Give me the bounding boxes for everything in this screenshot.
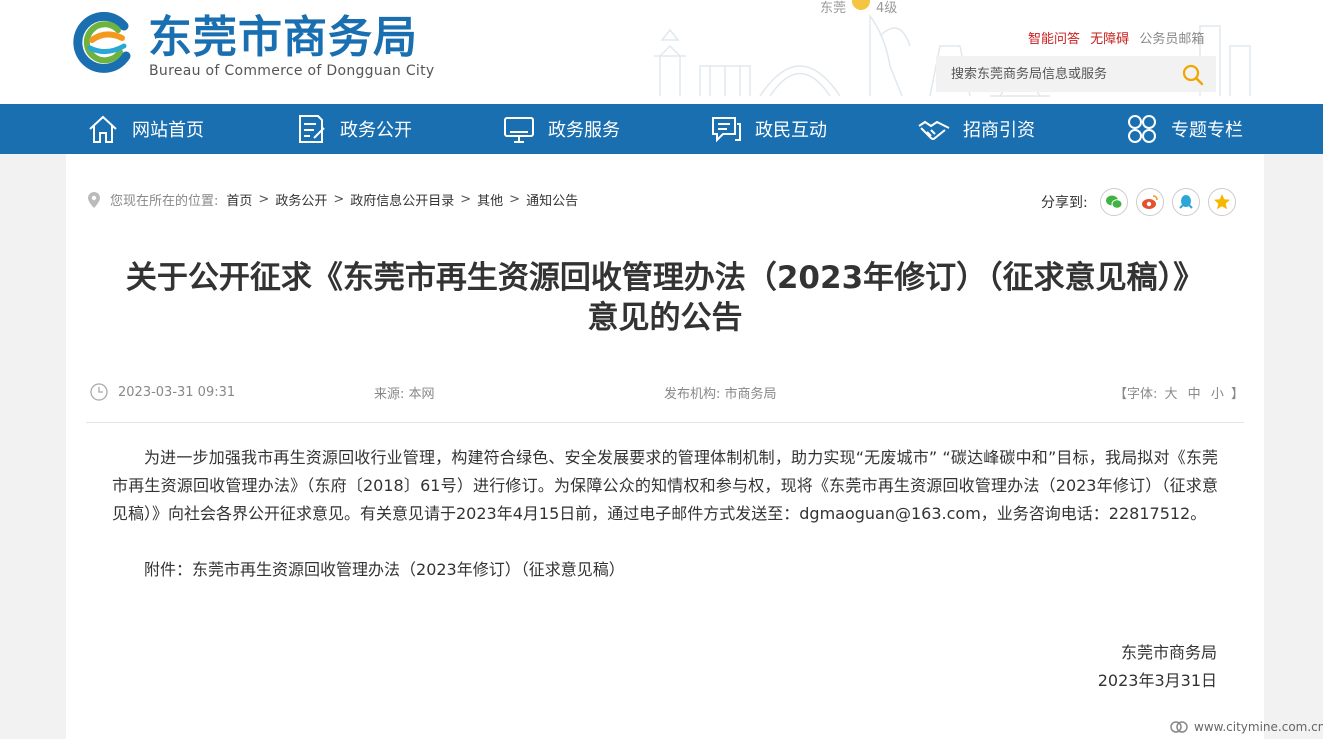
civil-servant-mail-link[interactable]: 公务员邮箱 [1139, 32, 1204, 47]
accessibility-link[interactable]: 无障碍 [1090, 32, 1129, 47]
org-label: 发布机构: [664, 387, 721, 402]
weibo-icon [1141, 195, 1158, 209]
favorite-button[interactable] [1207, 188, 1236, 216]
nav-interaction[interactable]: 政民互动 [709, 104, 827, 154]
chat-icon [712, 117, 741, 143]
share-qq-button[interactable] [1171, 188, 1200, 216]
smart-qa-link[interactable]: 智能问答 [1028, 32, 1080, 47]
search-icon[interactable] [1181, 63, 1205, 87]
meta-divider [86, 422, 1244, 423]
source-value: 本网 [408, 387, 435, 402]
monitor-icon [504, 117, 534, 143]
breadcrumb-separator: > [509, 192, 521, 207]
weather-widget: 东莞 4级 [820, 0, 897, 18]
font-size-label: 【字体: [1113, 387, 1158, 402]
sun-icon [852, 0, 871, 10]
share-wechat-button[interactable] [1099, 188, 1128, 216]
nav-gov-services-label: 政务服务 [548, 120, 620, 141]
search-input[interactable] [937, 57, 1177, 91]
article-body: 为进一步加强我市再生资源回收行业管理，构建符合绿色、安全发展要求的管理体制机制，… [112, 448, 1218, 523]
breadcrumb-gov-affairs[interactable]: 政务公开 [275, 190, 327, 209]
citymine-logo-icon [1170, 721, 1188, 733]
article-title-line1: 关于公开征求《东莞市再生资源回收管理办法（2023年修订）（征求意见稿）》 [125, 260, 1205, 296]
font-size-large[interactable]: 大 [1165, 387, 1178, 402]
font-size-small[interactable]: 小 [1211, 387, 1224, 402]
nav-special-topics-label: 专题专栏 [1171, 120, 1243, 141]
signature-org: 东莞市商务局 [1120, 643, 1217, 662]
location-pin-icon [88, 191, 100, 208]
nav-gov-affairs-label: 政务公开 [340, 120, 412, 141]
attachment: 附件：东莞市再生资源回收管理办法（2023年修订）（征求意见稿） [144, 556, 625, 584]
article-title-line2: 意见的公告 [587, 300, 743, 336]
article-meta: 2023-03-31 09:31 来源: 本网 发布机构: 市商务局 【字体: … [90, 380, 1244, 404]
site-title[interactable]: 东莞市商务局 [148, 12, 418, 64]
attachment-label: 附件： [144, 560, 193, 579]
top-links: 智能问答 无障碍 公务员邮箱 [1028, 31, 1210, 49]
article-container: 您现在所在的位置: 首页 > 政务公开 > 政府信息公开目录 > 其他 > 通知… [66, 154, 1264, 739]
publish-date: 2023-03-31 09:31 [90, 383, 235, 401]
org-value: 市商务局 [724, 387, 777, 402]
font-size-medium[interactable]: 中 [1188, 387, 1201, 402]
share-bar: 分享到: [1041, 188, 1244, 216]
nav-interaction-label: 政民互动 [755, 120, 827, 141]
site-header: 东莞市商务局 Bureau of Commerce of Dongguan Ci… [0, 0, 1323, 104]
breadcrumb-separator: > [258, 192, 270, 207]
wechat-icon [1105, 195, 1123, 209]
breadcrumb: 您现在所在的位置: 首页 > 政务公开 > 政府信息公开目录 > 其他 > 通知… [88, 190, 578, 209]
breadcrumb-other[interactable]: 其他 [477, 190, 503, 209]
weather-wind: 4级 [876, 1, 898, 16]
document-icon [299, 115, 325, 143]
breadcrumb-home[interactable]: 首页 [226, 190, 252, 209]
nav-investment-label: 招商引资 [963, 120, 1035, 141]
article-title: 关于公开征求《东莞市再生资源回收管理办法（2023年修订）（征求意见稿）》 意见… [86, 258, 1244, 338]
watermark: www.citymine.com.cn [1170, 720, 1323, 734]
grid-icon [1128, 115, 1156, 143]
font-size-close: 】 [1230, 387, 1244, 402]
nav-home[interactable]: 网站首页 [86, 104, 204, 154]
main-nav: 网站首页 政务公开 政务服务 政民互动 招商引资 专题专栏 [0, 104, 1323, 154]
search-box [936, 56, 1216, 92]
home-icon [89, 115, 117, 143]
font-size-switcher: 【字体: 大 中 小 】 [1114, 383, 1244, 402]
signature-date: 2023年3月31日 [1097, 671, 1217, 690]
nav-home-label: 网站首页 [132, 120, 204, 141]
bureau-logo-icon[interactable] [72, 12, 134, 74]
share-weibo-button[interactable] [1135, 188, 1164, 216]
nav-gov-affairs[interactable]: 政务公开 [294, 104, 412, 154]
publishing-org: 发布机构: 市商务局 [664, 383, 777, 402]
site-subtitle: Bureau of Commerce of Dongguan City [149, 63, 435, 79]
attachment-link[interactable]: 东莞市再生资源回收管理办法（2023年修订）（征求意见稿） [192, 560, 625, 579]
breadcrumb-separator: > [460, 192, 472, 207]
article-source: 来源: 本网 [374, 383, 435, 402]
watermark-text: www.citymine.com.cn [1194, 720, 1323, 734]
breadcrumb-info-catalog[interactable]: 政府信息公开目录 [350, 190, 454, 209]
qq-icon [1179, 195, 1193, 209]
nav-gov-services[interactable]: 政务服务 [502, 104, 620, 154]
breadcrumb-separator: > [333, 192, 345, 207]
star-icon [1213, 194, 1230, 210]
breadcrumb-notices[interactable]: 通知公告 [526, 190, 578, 209]
nav-special-topics[interactable]: 专题专栏 [1125, 104, 1243, 154]
signature: 东莞市商务局 2023年3月31日 [1098, 639, 1217, 695]
breadcrumb-label: 您现在所在的位置: [110, 194, 219, 209]
publish-date-value: 2023-03-31 09:31 [118, 384, 236, 400]
nav-investment[interactable]: 招商引资 [917, 104, 1035, 154]
weather-city: 东莞 [820, 1, 847, 16]
handshake-icon [918, 120, 950, 140]
source-label: 来源: [374, 387, 405, 402]
clock-icon [90, 383, 108, 401]
share-label: 分享到: [1041, 195, 1088, 211]
